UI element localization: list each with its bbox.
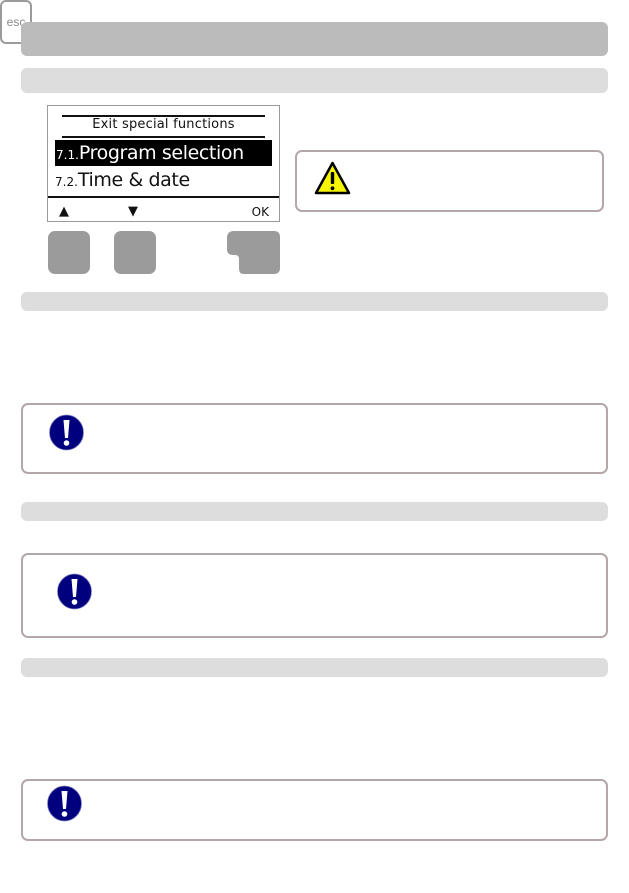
lcd-menu-item-label: Time & date xyxy=(77,169,190,191)
lcd-display: Exit special functions 7.1.Program selec… xyxy=(47,105,280,222)
lcd-menu-item-number: 7.1. xyxy=(56,148,79,162)
section-bar-4 xyxy=(21,658,608,677)
header-bar xyxy=(21,22,608,56)
ok-key-button[interactable] xyxy=(227,231,281,275)
section-bar-2 xyxy=(21,292,608,311)
info-box-3 xyxy=(21,779,608,841)
info-box-1 xyxy=(21,403,608,474)
lcd-title: Exit special functions xyxy=(92,117,235,132)
lcd-up-arrow-icon: ▲ xyxy=(59,204,69,219)
down-key-button[interactable] xyxy=(114,231,156,274)
lcd-menu-item-label: Program selection xyxy=(78,142,244,164)
section-bar-3 xyxy=(21,502,608,521)
warning-box xyxy=(295,150,604,212)
info-box-2 xyxy=(21,553,608,638)
exclamation-icon xyxy=(47,785,82,822)
lcd-menu-item-number: 7.2. xyxy=(55,175,78,189)
lcd-ok-label: OK xyxy=(251,205,269,219)
lcd-menu-item-time-date[interactable]: 7.2.Time & date xyxy=(55,167,190,193)
lcd-menu-item-program-selection[interactable]: 7.1.Program selection xyxy=(55,140,272,166)
lcd-down-arrow-icon: ▼ xyxy=(128,204,138,219)
exclamation-icon xyxy=(57,573,92,610)
up-key-button[interactable] xyxy=(48,231,90,274)
lcd-footer-rule xyxy=(48,196,279,198)
exclamation-icon xyxy=(49,414,84,451)
lcd-title-rule xyxy=(62,136,265,138)
section-bar-1 xyxy=(21,68,608,93)
warning-triangle-icon xyxy=(314,161,351,195)
